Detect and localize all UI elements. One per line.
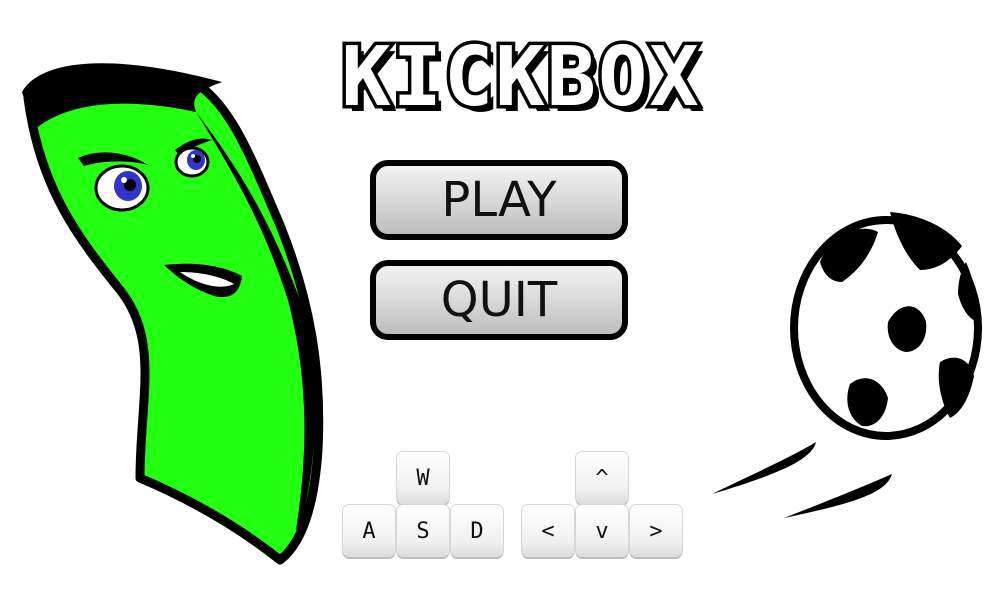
key-right-arrow: >: [630, 505, 682, 557]
game-title: KICKBOX KICKBOX: [236, 27, 806, 132]
key-a: A: [343, 505, 395, 557]
play-button[interactable]: PLAY: [370, 160, 628, 240]
key-up-arrow: ^: [576, 452, 628, 504]
key-left-arrow: <: [522, 505, 574, 557]
game-title-text: KICKBOX: [338, 27, 703, 129]
key-down-arrow: v: [576, 505, 628, 557]
key-w: W: [397, 452, 449, 504]
key-d: D: [451, 505, 503, 557]
key-s: S: [397, 505, 449, 557]
quit-button[interactable]: QUIT: [370, 260, 628, 340]
